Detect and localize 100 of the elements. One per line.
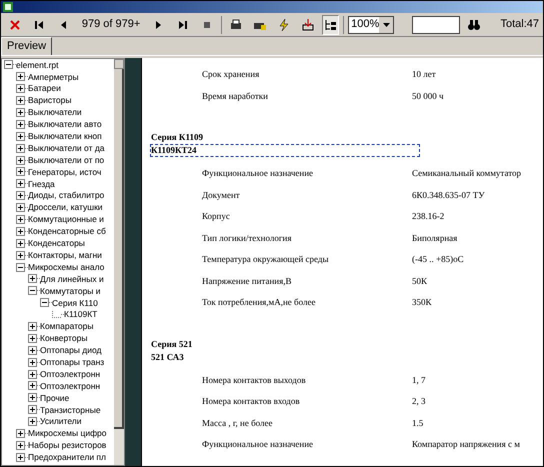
tree-item[interactable]: Коммутаторы и (40, 286, 101, 296)
field-label: Время наработки (202, 90, 269, 103)
tree-item[interactable]: Амперметры (28, 72, 79, 82)
expand-icon[interactable] (16, 132, 25, 141)
tree-item[interactable]: Выключатели кноп (28, 132, 102, 141)
expand-icon[interactable] (16, 429, 25, 438)
field-value: Компаратор напряжения с м (412, 438, 520, 451)
tree-item[interactable]: Оптоэлектронн (40, 370, 100, 378)
field-label: Температура окружающей среды (202, 253, 330, 266)
expand-icon[interactable] (28, 358, 37, 367)
tree-item[interactable]: Гнезда (28, 180, 55, 188)
tree-item[interactable]: Батареи (28, 84, 61, 93)
expand-icon[interactable] (28, 274, 37, 284)
caret-icon (382, 22, 390, 26)
total-count: Total:47 (500, 17, 539, 32)
expand-icon[interactable] (16, 226, 25, 236)
expand-icon[interactable] (16, 215, 25, 224)
field-label: Документ (202, 188, 241, 202)
expand-icon[interactable] (16, 84, 25, 94)
tree-item[interactable]: Выключатели от по (28, 156, 104, 164)
field-value: 10 лет (412, 68, 436, 81)
expand-icon[interactable] (16, 120, 25, 129)
tree-item[interactable]: Дроссели, катушки (28, 203, 103, 212)
section-heading: К1109КТ24 (150, 144, 420, 157)
tree-item[interactable]: Выключатели авто (28, 120, 102, 129)
scrollbar[interactable] (114, 59, 124, 465)
expand-icon[interactable] (28, 393, 37, 402)
expand-icon[interactable] (16, 452, 25, 462)
field-label: Номера контактов выходов (202, 374, 307, 387)
tree-item[interactable]: Конденсаторные сб (28, 227, 106, 236)
tree-item[interactable]: Серия К110 (52, 298, 98, 307)
collapse-icon[interactable] (4, 60, 13, 70)
expand-icon[interactable] (28, 370, 37, 379)
field-label: Масса , г, не более (202, 416, 274, 430)
expand-icon[interactable] (16, 144, 25, 153)
section-heading: Серия 521 (150, 338, 194, 350)
tab[interactable]: Preview (1, 37, 52, 55)
expand-icon[interactable] (28, 381, 37, 390)
tree-item[interactable]: Оптоэлектронн (40, 382, 100, 390)
expand-icon[interactable] (16, 440, 25, 450)
collapse-icon[interactable] (28, 286, 37, 296)
expand-icon[interactable] (16, 167, 25, 176)
field-value: 50 000 ч (412, 90, 444, 102)
tree-item[interactable]: Транзисторные (40, 406, 101, 414)
expand-icon[interactable] (28, 417, 37, 426)
zoom-dropdown[interactable]: 100% (348, 16, 394, 34)
tree-item[interactable]: Оптопары диод (40, 346, 102, 355)
field-label: Функциональное назначение (202, 167, 314, 180)
expand-icon[interactable] (16, 72, 25, 82)
section-heading: 521 СА3 (150, 350, 185, 364)
expand-icon[interactable] (28, 346, 37, 355)
field-value: 1.5 (412, 416, 424, 430)
tree-item[interactable]: Наборы резисторов (28, 441, 106, 450)
field-label: Функциональное назначение (202, 438, 314, 451)
tree-item[interactable]: Микросхемы цифро (28, 429, 107, 438)
expand-icon[interactable] (28, 405, 37, 414)
tree-item[interactable]: Для линейных и (40, 274, 104, 284)
outline-toggle-button[interactable] (322, 14, 340, 34)
tree-item[interactable]: Выключатели от да (28, 144, 105, 152)
tree-item[interactable]: element.rpt (16, 60, 59, 70)
field-value: 6К0.348.635-07 ТУ (412, 188, 485, 202)
expand-icon[interactable] (16, 191, 25, 200)
tree-item[interactable]: Генераторы, источ (28, 168, 102, 176)
field-value: (-45 .. +85)oC (412, 253, 464, 266)
tree-connector (52, 311, 61, 318)
expand-icon[interactable] (16, 108, 25, 117)
expand-icon[interactable] (16, 203, 25, 212)
tree-item[interactable]: Коммутационные и (28, 215, 104, 224)
field-label: Тип логики/технология (202, 232, 292, 244)
collapse-icon[interactable] (40, 298, 49, 308)
tree-item[interactable]: Прочие (40, 394, 70, 402)
expand-icon[interactable] (16, 179, 25, 188)
expand-icon[interactable] (16, 238, 25, 248)
tree-item[interactable]: Усилители (40, 417, 82, 426)
expand-icon[interactable] (16, 156, 25, 165)
tree-item[interactable]: К1109КТ (64, 310, 98, 319)
collapse-icon[interactable] (16, 262, 25, 272)
tree-item[interactable]: Микросхемы анало (28, 262, 104, 272)
search-field[interactable] (412, 16, 460, 34)
field-label: Ток потребления,мА,не более (202, 296, 316, 309)
field-value: 50К (412, 274, 428, 288)
tree-item[interactable]: Контакторы, магни (28, 250, 102, 260)
tree-item[interactable]: Выключатели (28, 108, 82, 117)
field-label: Напряжение питания,В (202, 274, 292, 288)
tree-item[interactable]: Предохранители пл (28, 453, 106, 462)
tree-item[interactable]: Варисторы (28, 96, 72, 105)
tree-item[interactable]: Конверторы (40, 334, 88, 343)
tree-item[interactable]: Компараторы (40, 322, 94, 331)
tree-item[interactable]: Конденсаторы (28, 239, 85, 248)
tree-item[interactable]: Диоды, стабилитро (28, 191, 104, 200)
section-heading: Серия К1109 (150, 131, 204, 144)
expand-icon[interactable] (28, 334, 37, 343)
tree-item[interactable]: Оптопары транз (40, 358, 104, 366)
field-value: 2, 3 (412, 395, 426, 408)
field-value: 238.16-2 (412, 210, 444, 223)
expand-icon[interactable] (16, 96, 25, 106)
expand-icon[interactable] (16, 250, 25, 260)
app-icon (3, 2, 13, 12)
tree-view-icon (324, 18, 338, 32)
expand-icon[interactable] (28, 322, 37, 332)
